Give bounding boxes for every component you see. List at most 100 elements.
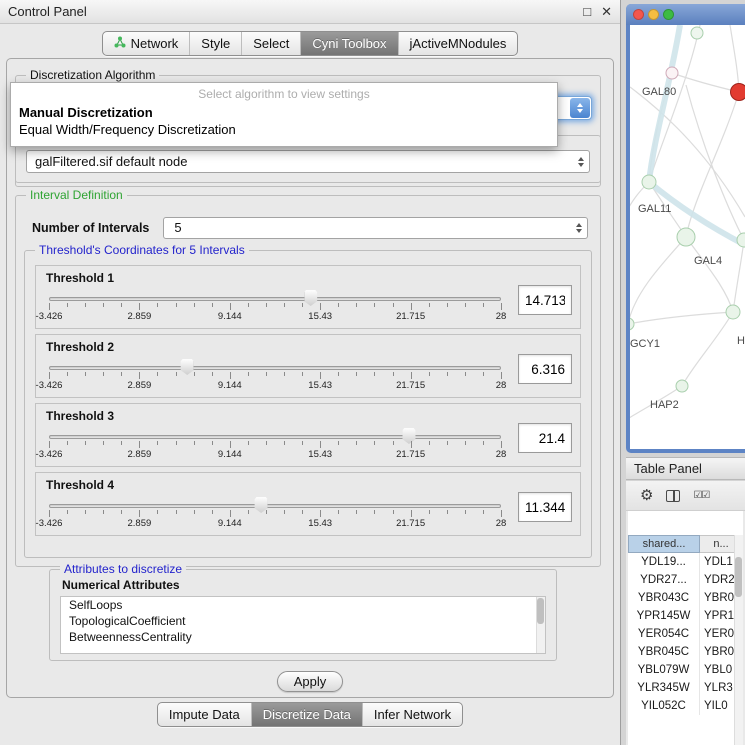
node[interactable] (666, 67, 678, 79)
close-icon[interactable]: ✕ (601, 4, 612, 20)
table-row[interactable]: YBR043CYBR0 (628, 589, 743, 607)
threshold-value-input[interactable] (518, 492, 572, 522)
tab-network[interactable]: Network (103, 32, 190, 55)
tab-infer-network[interactable]: Infer Network (362, 703, 462, 726)
cell-shared-name[interactable]: YPR145W (628, 607, 700, 625)
scale-label: 9.144 (218, 518, 242, 529)
table-row[interactable]: YPR145WYPR1 (628, 607, 743, 625)
table-row[interactable]: YLR345WYLR3 (628, 679, 743, 697)
network-canvas[interactable]: GAL80GAL11GAL4GCY1HAP2H (630, 25, 745, 449)
tick (139, 372, 140, 379)
table-row[interactable]: YDR27...YDR2 (628, 571, 743, 589)
tick (501, 510, 502, 517)
algorithm-popup-hint: Select algorithm to view settings (11, 83, 557, 104)
algorithm-option-manual-discretization[interactable]: Manual Discretization (11, 104, 557, 121)
close-button[interactable] (633, 9, 644, 20)
tick (121, 510, 122, 514)
tick (103, 303, 104, 307)
minimize-button[interactable] (648, 9, 659, 20)
tab-impute-data[interactable]: Impute Data (158, 703, 251, 726)
numerical-attributes-list[interactable]: SelfLoopsTopologicalCoefficientBetweenne… (60, 596, 546, 654)
cell-shared-name[interactable]: YER054C (628, 625, 700, 643)
table-row[interactable]: YER054CYER0 (628, 625, 743, 643)
node[interactable] (642, 175, 656, 189)
combobox-stepper-icon[interactable] (578, 157, 584, 167)
list-scrollbar[interactable] (536, 597, 545, 653)
table-data-combobox[interactable]: galFiltered.sif default node (26, 150, 590, 173)
tick (501, 441, 502, 448)
algorithm-option-equal-width-frequency-discretization[interactable]: Equal Width/Frequency Discretization (11, 121, 557, 138)
attribute-list-item[interactable]: BetweennessCentrality (61, 629, 545, 645)
cell-shared-name[interactable]: YLR345W (628, 679, 700, 697)
node[interactable] (691, 27, 703, 39)
columns-icon[interactable] (666, 490, 680, 502)
slider-track[interactable] (49, 435, 501, 439)
table-scrollbar[interactable] (734, 535, 743, 745)
cell-shared-name[interactable]: YBR043C (628, 589, 700, 607)
tick (338, 303, 339, 307)
gear-icon[interactable]: ⚙ (640, 488, 653, 503)
tab-style[interactable]: Style (189, 32, 241, 55)
thresholds-list: Threshold 1-3.4262.8599.14415.4321.71528… (35, 265, 581, 536)
threshold-slider[interactable]: -3.4262.8599.14415.4321.71528 (44, 492, 506, 529)
table-row[interactable]: YIL052CYIL0 (628, 697, 743, 715)
spinner-stepper-icon[interactable] (576, 223, 582, 233)
slider-track[interactable] (49, 297, 501, 301)
node-selected[interactable] (731, 84, 745, 101)
threshold-panel: Threshold 4-3.4262.8599.14415.4321.71528 (35, 472, 581, 536)
tab-select[interactable]: Select (241, 32, 300, 55)
tick (49, 303, 50, 310)
threshold-value-input[interactable] (518, 423, 572, 453)
tick (248, 510, 249, 514)
node-label: H (737, 335, 745, 347)
scrollbar-thumb[interactable] (735, 557, 742, 597)
threshold-value-input[interactable] (518, 285, 572, 315)
tick (356, 510, 357, 514)
tick (67, 303, 68, 307)
column-header-shared-name[interactable]: shared... (628, 535, 700, 553)
threshold-slider[interactable]: -3.4262.8599.14415.4321.71528 (44, 285, 506, 322)
combobox-arrows-icon[interactable] (570, 98, 590, 118)
tick (121, 372, 122, 376)
apply-button[interactable]: Apply (277, 671, 343, 692)
tick (103, 441, 104, 445)
tab-jactivemnodules[interactable]: jActiveMNodules (398, 32, 518, 55)
checkbox-grid-icon[interactable]: ☑☑ (693, 490, 709, 501)
number-of-intervals-spinner[interactable]: 5 (163, 217, 588, 239)
node-label: GAL11 (638, 203, 671, 215)
node[interactable] (726, 305, 740, 319)
tab-discretize-data[interactable]: Discretize Data (251, 703, 362, 726)
tab-cyni-toolbox[interactable]: Cyni Toolbox (300, 32, 397, 55)
cell-shared-name[interactable]: YBR045C (628, 643, 700, 661)
threshold-value-input[interactable] (518, 354, 572, 384)
cell-shared-name[interactable]: YBL079W (628, 661, 700, 679)
slider-track[interactable] (49, 366, 501, 370)
top-tabs-segmented-control: NetworkStyleSelect Cyni Toolbox jActiveMNo… (102, 31, 519, 56)
tick (429, 303, 430, 307)
cell-shared-name[interactable]: YDL19... (628, 553, 700, 571)
node[interactable] (630, 318, 634, 330)
node[interactable] (737, 233, 745, 247)
threshold-slider[interactable]: -3.4262.8599.14415.4321.71528 (44, 423, 506, 460)
scale-label: 2.859 (128, 311, 152, 322)
attribute-list-item[interactable]: SelfLoops (61, 597, 545, 613)
tick (356, 372, 357, 376)
slider-track[interactable] (49, 504, 501, 508)
tab-label: Cyni Toolbox (312, 36, 386, 51)
tick (49, 372, 50, 379)
float-panel-icon[interactable]: □ (583, 4, 591, 19)
cell-shared-name[interactable]: YDR27... (628, 571, 700, 589)
attribute-list-item[interactable]: TopologicalCoefficient (61, 613, 545, 629)
zoom-button[interactable] (663, 9, 674, 20)
cell-shared-name[interactable]: YIL052C (628, 697, 700, 715)
tick (266, 372, 267, 376)
table-row[interactable]: YBR045CYBR0 (628, 643, 743, 661)
scrollbar-thumb[interactable] (537, 598, 544, 624)
threshold-slider[interactable]: -3.4262.8599.14415.4321.71528 (44, 354, 506, 391)
tick (447, 510, 448, 514)
node[interactable] (676, 380, 688, 392)
tick (176, 303, 177, 307)
table-row[interactable]: YBL079WYBL0 (628, 661, 743, 679)
table-row[interactable]: YDL19...YDL1 (628, 553, 743, 571)
node[interactable] (677, 228, 695, 246)
